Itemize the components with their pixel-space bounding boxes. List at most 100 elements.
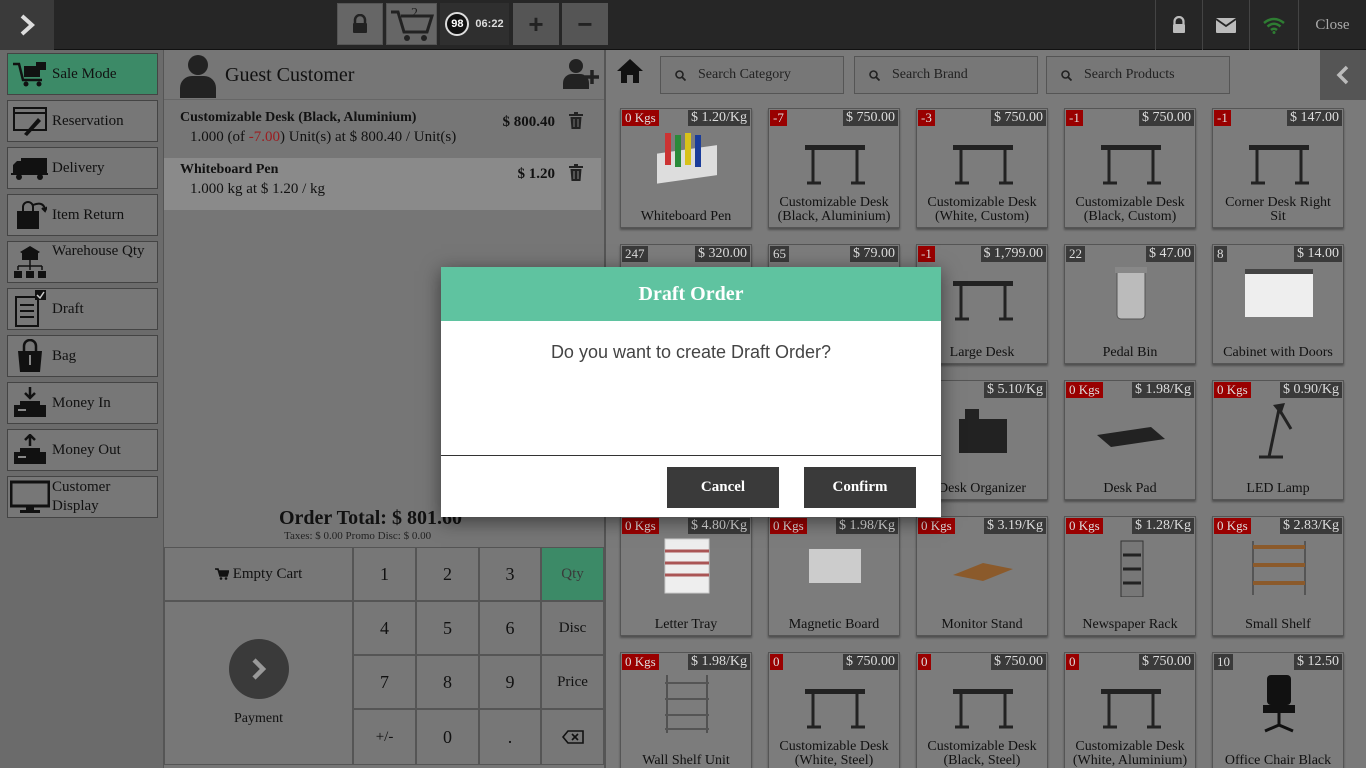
- numpad-key-0[interactable]: 0: [416, 709, 479, 765]
- product-image: [1259, 403, 1293, 459]
- product-name: Monitor Stand: [941, 617, 1023, 632]
- numpad-key-sign[interactable]: +/-: [353, 709, 416, 765]
- money-in-icon: [8, 384, 52, 422]
- product-price: $ 79.00: [850, 246, 898, 262]
- user-avatar-icon[interactable]: [180, 54, 216, 98]
- sidebar-item-delivery[interactable]: Delivery: [7, 147, 158, 189]
- trash-icon[interactable]: [569, 112, 583, 129]
- product-card[interactable]: 0 Kgs $ 3.19/Kg Monitor Stand: [916, 516, 1048, 636]
- cart-icon: [214, 568, 229, 580]
- sidebar-item-customer-display[interactable]: Customer Display: [7, 476, 158, 518]
- lock-screen-button[interactable]: [337, 3, 383, 45]
- sidebar-item-label: Item Return: [52, 206, 125, 223]
- product-price: $ 1.20/Kg: [688, 110, 750, 126]
- sidebar-item-sale-mode[interactable]: Sale Mode: [7, 53, 158, 95]
- messages-button[interactable]: [1202, 0, 1249, 50]
- search-brand-input[interactable]: Search Brand: [854, 56, 1038, 94]
- numpad-key-2[interactable]: 2: [416, 547, 479, 601]
- lock-button[interactable]: [1155, 0, 1202, 50]
- sidebar-item-draft[interactable]: Draft: [7, 288, 158, 330]
- trash-icon[interactable]: [569, 164, 583, 181]
- mode-qty-button[interactable]: Qty: [541, 547, 604, 601]
- cancel-button[interactable]: Cancel: [667, 467, 779, 508]
- sidebar-item-item-return[interactable]: Item Return: [7, 194, 158, 236]
- numpad-key-4[interactable]: 4: [353, 601, 416, 655]
- numpad-key-1[interactable]: 1: [353, 547, 416, 601]
- mode-disc-button[interactable]: Disc: [541, 601, 604, 655]
- product-image: [805, 689, 865, 729]
- product-card[interactable]: -3 $ 750.00 Customizable Desk (White, Cust…: [916, 108, 1048, 228]
- product-card[interactable]: 0 $ 750.00 Customizable Desk (Black, Steel…: [916, 652, 1048, 768]
- session-indicator[interactable]: 98 06:22: [440, 3, 509, 45]
- product-stock-badge: 0: [770, 654, 783, 670]
- home-icon[interactable]: [616, 58, 644, 84]
- orders-cart-button[interactable]: 2: [386, 3, 437, 45]
- product-card[interactable]: 10 $ 12.50 Office Chair Black: [1212, 652, 1344, 768]
- backspace-button[interactable]: [541, 709, 604, 765]
- sidebar-item-money-out[interactable]: Money Out: [7, 429, 158, 471]
- numpad-key-6[interactable]: 6: [479, 601, 541, 655]
- empty-cart-button[interactable]: Empty Cart: [164, 547, 353, 601]
- product-card[interactable]: 0 $ 750.00 Customizable Desk (White, Alumi…: [1064, 652, 1196, 768]
- product-card[interactable]: 0 Kgs $ 0.90/Kg LED Lamp: [1212, 380, 1344, 500]
- dialog-title: Draft Order: [441, 267, 941, 321]
- mode-price-button[interactable]: Price: [541, 655, 604, 709]
- remove-order-button[interactable]: −: [562, 3, 608, 45]
- product-card[interactable]: -1 $ 147.00 Corner Desk Right Sit: [1212, 108, 1344, 228]
- collapse-panel-button[interactable]: [1320, 50, 1366, 100]
- order-line-detail: 1.000 (of -7.00) Unit(s) at $ 800.40 / U…: [190, 129, 457, 145]
- close-button[interactable]: Close: [1298, 0, 1366, 50]
- product-card[interactable]: 0 $ 750.00 Customizable Desk (White, Steel…: [768, 652, 900, 768]
- product-image: [1249, 145, 1309, 185]
- new-order-button[interactable]: +: [513, 3, 559, 45]
- product-stock-badge: 10: [1214, 654, 1233, 670]
- menu-toggle-button[interactable]: [0, 0, 54, 50]
- lock-icon: [353, 14, 367, 33]
- sidebar-item-warehouse-qty[interactable]: Warehouse Qty: [7, 241, 158, 283]
- product-image: [1115, 267, 1147, 320]
- add-user-icon[interactable]: [563, 58, 599, 90]
- lock-icon: [1173, 16, 1185, 33]
- product-price: $ 750.00: [1139, 654, 1194, 670]
- product-card[interactable]: 0 Kgs $ 1.28/Kg Newspaper Rack: [1064, 516, 1196, 636]
- product-card[interactable]: 0 Kgs $ 1.98/Kg Desk Pad: [1064, 380, 1196, 500]
- product-price: $ 2.83/Kg: [1280, 518, 1342, 534]
- product-card[interactable]: -1 $ 750.00 Customizable Desk (Black, Cust…: [1064, 108, 1196, 228]
- numpad-key-5[interactable]: 5: [416, 601, 479, 655]
- sidebar-item-money-in[interactable]: Money In: [7, 382, 158, 424]
- payment-button[interactable]: Payment: [164, 601, 353, 765]
- chevron-left-icon: [1336, 65, 1349, 85]
- connection-status[interactable]: [1249, 0, 1298, 50]
- product-price: $ 147.00: [1287, 110, 1342, 126]
- order-line-selected[interactable]: Whiteboard Pen 1.000 kg at $ 1.20 / kg $…: [164, 158, 601, 210]
- product-stock-badge: 247: [622, 246, 648, 262]
- product-card[interactable]: 0 Kgs $ 1.98/Kg Wall Shelf Unit: [620, 652, 752, 768]
- numpad-key-dot[interactable]: .: [479, 709, 541, 765]
- product-image: [953, 563, 1013, 581]
- sidebar-item-reservation[interactable]: Reservation: [7, 100, 158, 142]
- search-category-input[interactable]: Search Category: [660, 56, 844, 94]
- search-icon: [869, 69, 880, 81]
- product-card[interactable]: 0 Kgs $ 1.98/Kg Magnetic Board: [768, 516, 900, 636]
- product-price: $ 750.00: [991, 654, 1046, 670]
- product-card[interactable]: 0 Kgs $ 2.83/Kg Small Shelf: [1212, 516, 1344, 636]
- numpad-key-8[interactable]: 8: [416, 655, 479, 709]
- sidebar-item-bag[interactable]: Bag: [7, 335, 158, 377]
- search-products-input[interactable]: Search Products: [1046, 56, 1230, 94]
- numpad-key-7[interactable]: 7: [353, 655, 416, 709]
- product-card[interactable]: 22 $ 47.00 Pedal Bin: [1064, 244, 1196, 364]
- numpad-key-3[interactable]: 3: [479, 547, 541, 601]
- product-card[interactable]: 0 Kgs $ 1.20/Kg Whiteboard Pen: [620, 108, 752, 228]
- product-name: Pedal Bin: [1102, 345, 1158, 360]
- confirm-button[interactable]: Confirm: [804, 467, 916, 508]
- product-name: Small Shelf: [1245, 617, 1311, 632]
- numpad-key-9[interactable]: 9: [479, 655, 541, 709]
- product-card[interactable]: 0 Kgs $ 4.80/Kg Letter Tray: [620, 516, 752, 636]
- product-image: [1101, 145, 1161, 185]
- product-card[interactable]: -7 $ 750.00 Customizable Desk (Black, Alum…: [768, 108, 900, 228]
- order-line[interactable]: Customizable Desk (Black, Aluminium) 1.0…: [164, 106, 601, 156]
- product-price: $ 5.10/Kg: [984, 382, 1046, 398]
- numpad: Empty Cart Payment 1 2 3 Qty 4 5 6 Disc …: [164, 547, 604, 765]
- customer-name[interactable]: Guest Customer: [225, 64, 354, 87]
- product-card[interactable]: 8 $ 14.00 Cabinet with Doors: [1212, 244, 1344, 364]
